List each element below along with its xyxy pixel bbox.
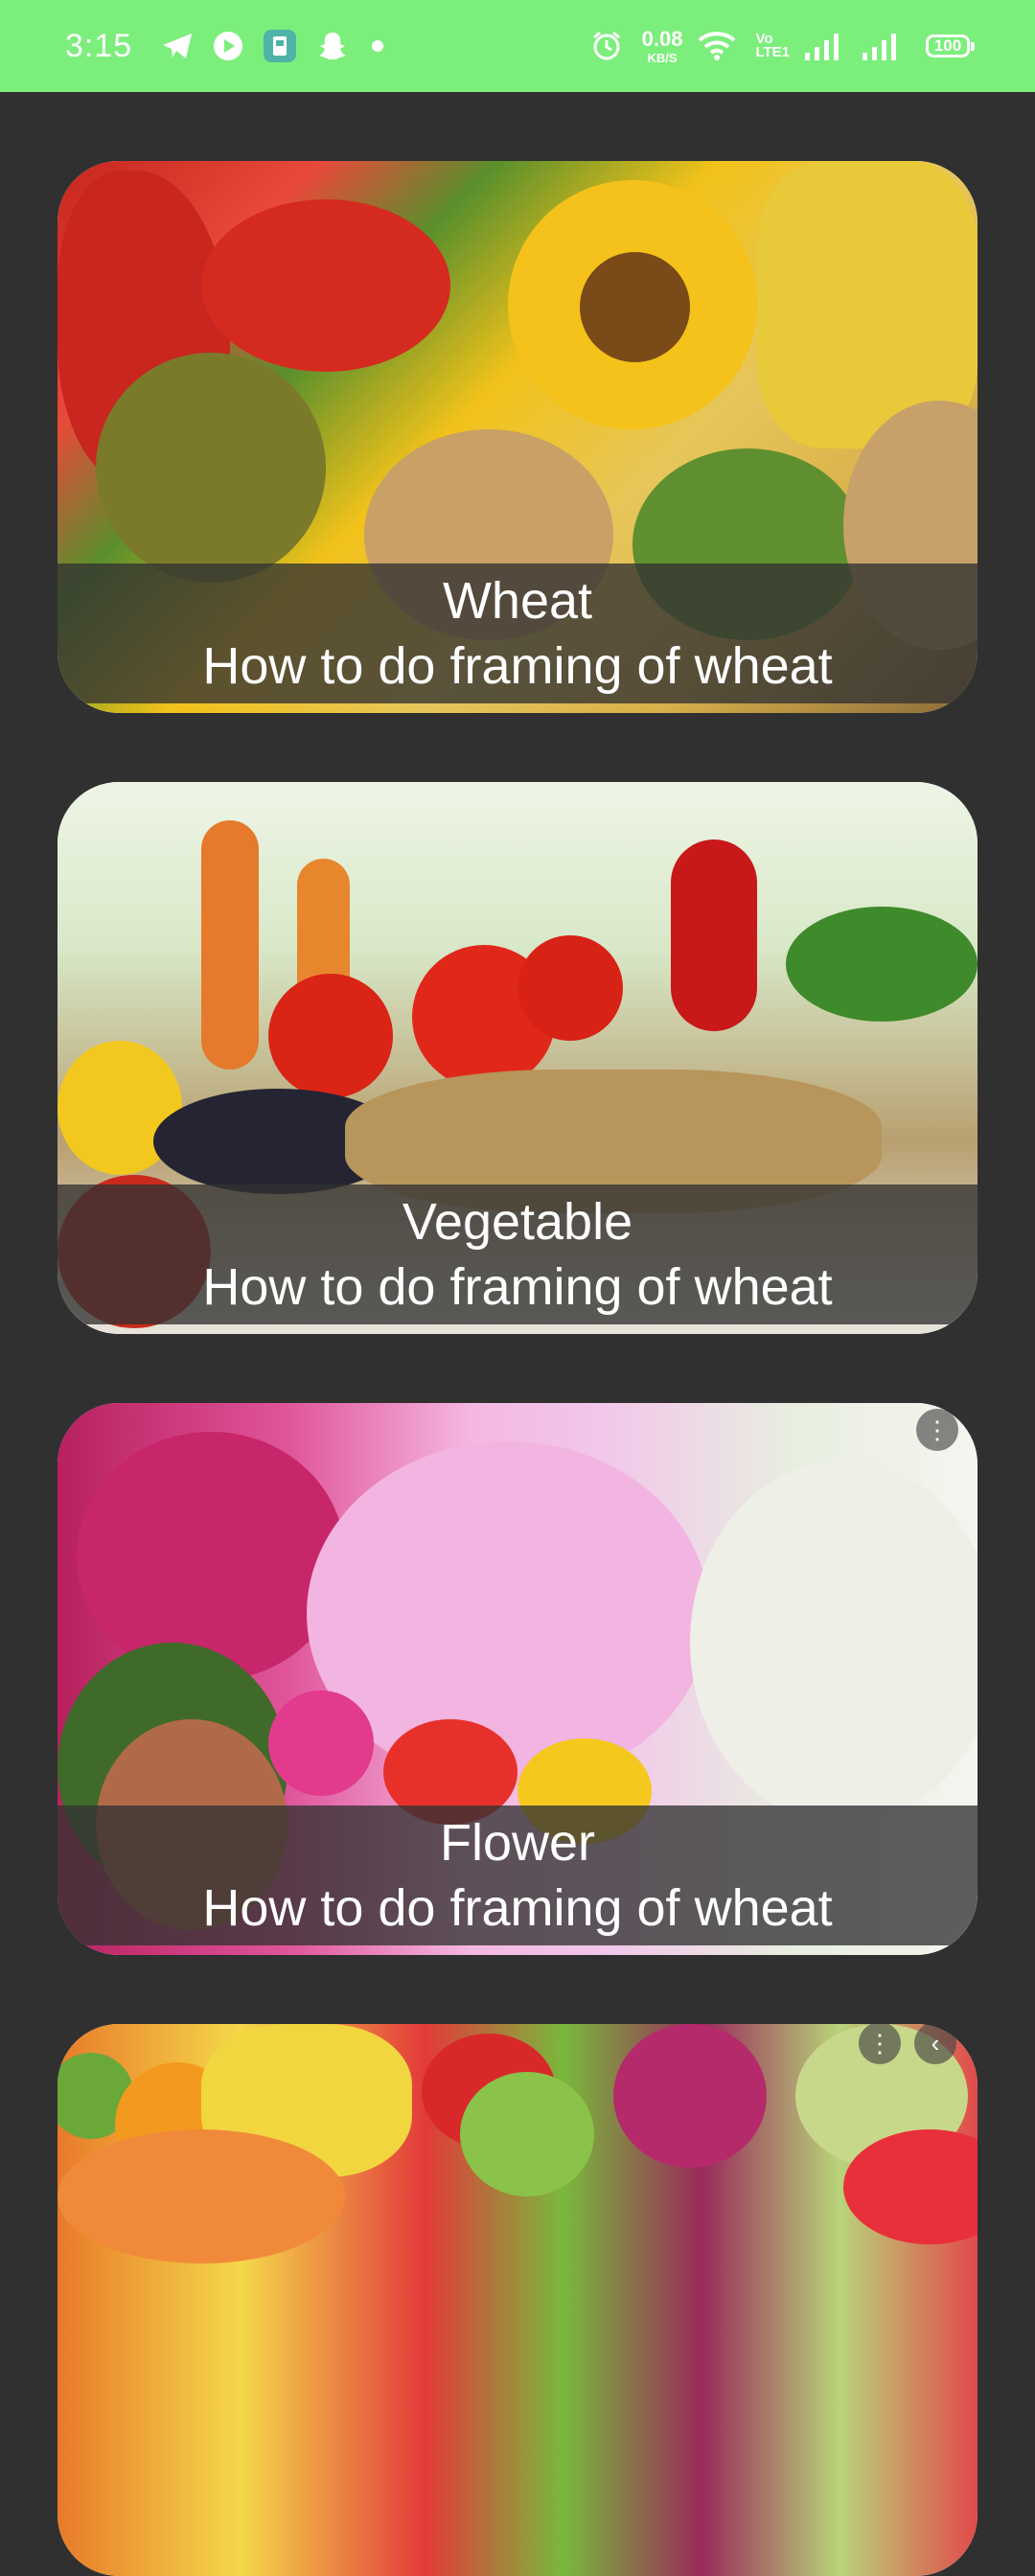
signal-icon [861, 32, 899, 60]
volte-line2: LTE1 [755, 44, 790, 60]
card-title: Vegetable [402, 1193, 633, 1251]
card-caption: Vegetable How to do framing of wheat [58, 1184, 978, 1324]
chevron-left-icon[interactable]: ‹ [914, 2024, 956, 2064]
battery-icon: 100 [926, 34, 975, 58]
snapchat-icon [316, 31, 349, 61]
signal-icon [803, 32, 841, 60]
status-right: 0.08 KB/S Vo LTE1 100 [590, 26, 975, 65]
category-card-flower[interactable]: ⋮ Flower How to do framing of wheat [58, 1403, 978, 1955]
category-card-fruits[interactable]: ⋮ ‹ [58, 2024, 978, 2576]
sim-toolkit-icon [263, 29, 297, 63]
card-title: Wheat [442, 572, 593, 630]
card-caption: Wheat How to do framing of wheat [58, 564, 978, 703]
category-card-vegetable[interactable]: Vegetable How to do framing of wheat [58, 782, 978, 1334]
volte-indicator: Vo LTE1 [755, 32, 790, 60]
status-left: 3:15 [65, 27, 384, 65]
battery-level: 100 [933, 36, 962, 55]
category-card-wheat[interactable]: Wheat How to do framing of wheat [58, 161, 978, 713]
net-speed: 0.08 KB/S [641, 26, 683, 65]
wifi-icon [698, 31, 736, 61]
card-caption: Flower How to do framing of wheat [58, 1806, 978, 1945]
status-time: 3:15 [65, 27, 133, 64]
notification-dot-icon [372, 40, 384, 52]
fruits-assortment-image [58, 2024, 978, 2576]
net-speed-unit: KB/S [647, 50, 678, 65]
card-subtitle: How to do framing of wheat [202, 1879, 833, 1937]
alarm-icon [590, 30, 623, 62]
card-subtitle: How to do framing of wheat [202, 1258, 833, 1316]
net-speed-value: 0.08 [641, 26, 683, 51]
status-bar: 3:15 0.08 KB/S Vo LTE1 100 [0, 0, 1035, 92]
more-options-icon[interactable]: ⋮ [916, 1409, 958, 1451]
card-title: Flower [439, 1814, 596, 1872]
more-options-icon[interactable]: ⋮ [859, 2024, 901, 2064]
card-subtitle: How to do framing of wheat [202, 637, 833, 695]
play-icon [213, 31, 243, 61]
telegram-icon [161, 32, 194, 60]
